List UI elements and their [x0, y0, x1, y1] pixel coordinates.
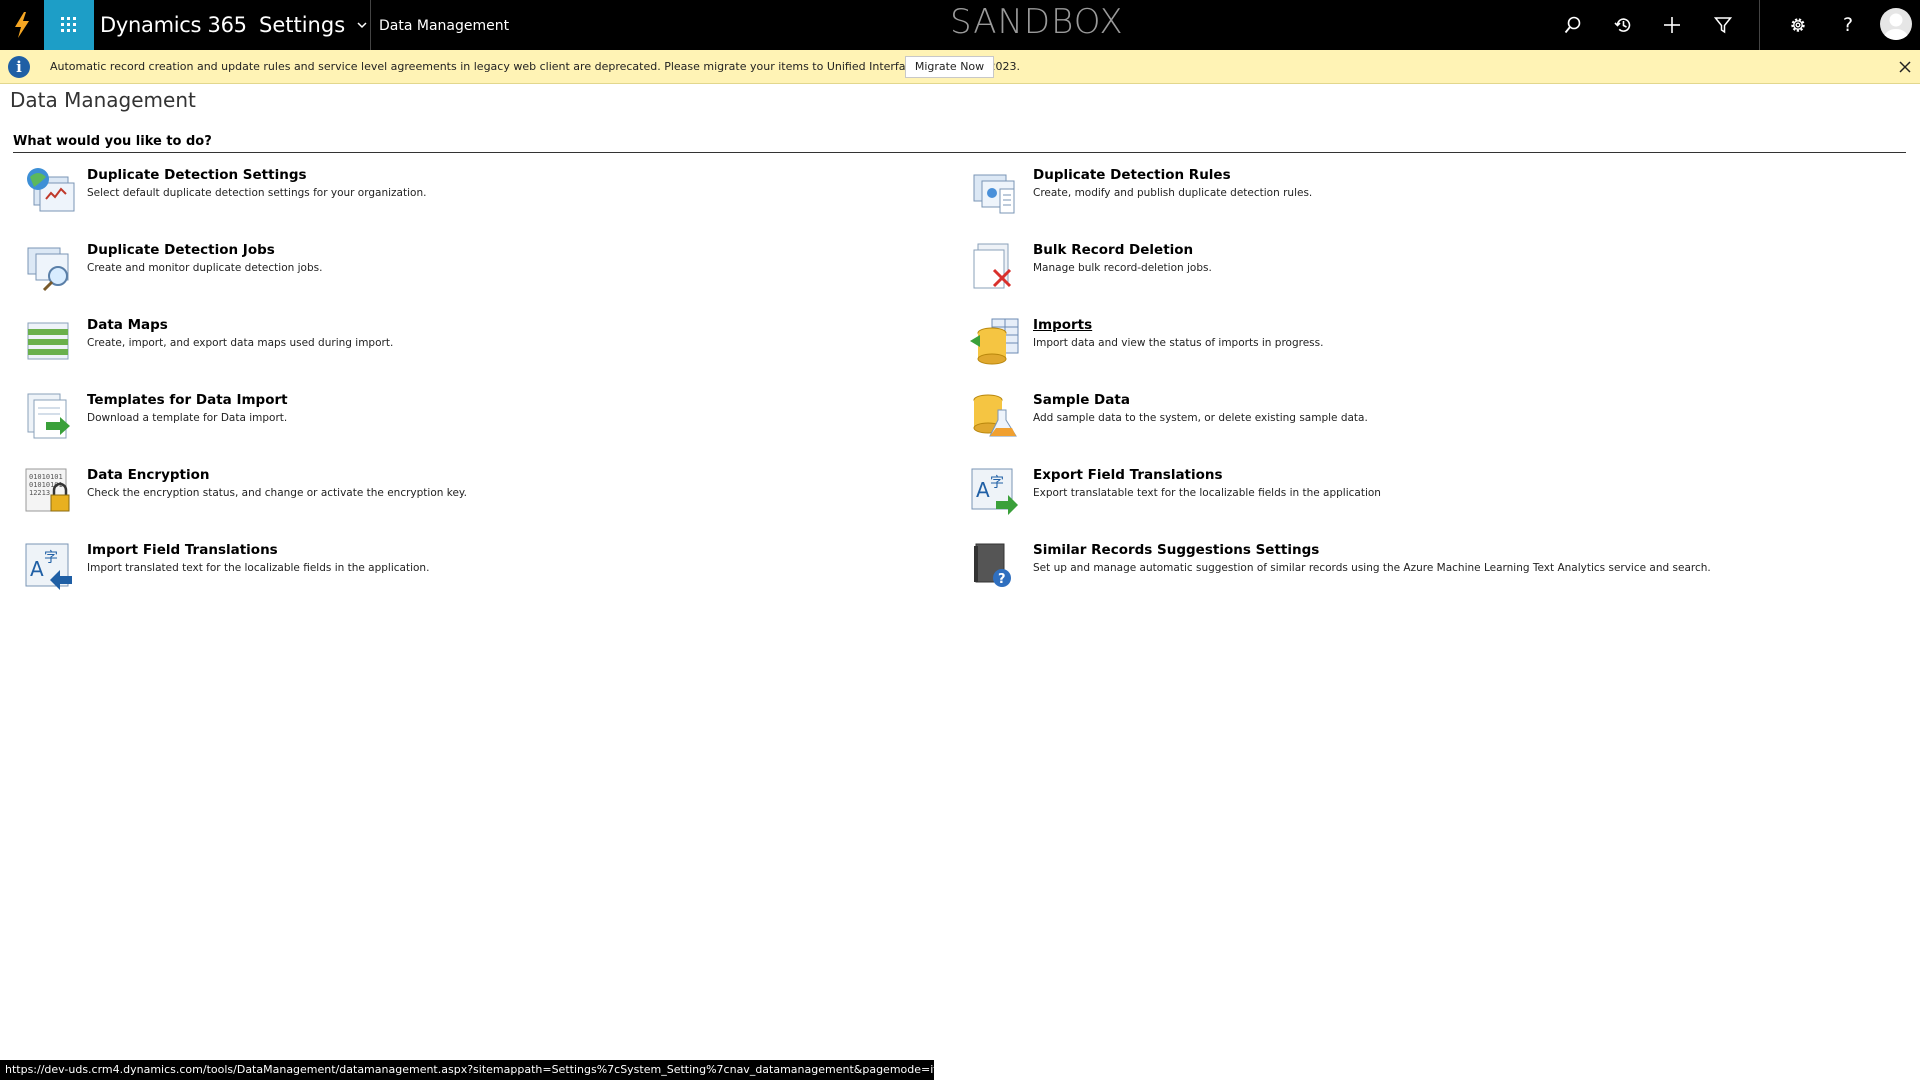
similar-records-icon: ?: [974, 543, 1011, 587]
svg-text:A: A: [30, 557, 44, 581]
help-button[interactable]: ?: [1823, 0, 1873, 50]
export-translations-icon: A 字: [971, 468, 1018, 515]
item-description: Create and monitor duplicate detection j…: [87, 262, 323, 274]
settings-area-label: Settings: [259, 13, 346, 37]
recent-items-button[interactable]: [1598, 0, 1648, 50]
data-encryption-link[interactable]: 01010101 01010101 12213 Data Encryption …: [24, 465, 924, 525]
item-title: Similar Records Suggestions Settings: [1033, 542, 1320, 558]
search-icon: [1564, 16, 1581, 34]
top-navigation-bar: Dynamics 365 Settings Data Management SA…: [0, 0, 1920, 50]
item-description: Import data and view the status of impor…: [1033, 337, 1324, 349]
svg-text:A: A: [976, 478, 990, 502]
breadcrumb-data-management[interactable]: Data Management: [379, 0, 509, 50]
user-avatar[interactable]: [1880, 8, 1912, 40]
item-description: Add sample data to the system, or delete…: [1033, 412, 1368, 424]
item-title: Duplicate Detection Jobs: [87, 242, 275, 258]
item-title: Bulk Record Deletion: [1033, 242, 1194, 258]
close-icon: [1899, 61, 1911, 73]
settings-button[interactable]: [1773, 0, 1823, 50]
item-description: Set up and manage automatic suggestion o…: [1033, 562, 1711, 574]
item-title: Duplicate Detection Settings: [87, 167, 307, 183]
app-launcher-button[interactable]: [44, 0, 94, 50]
bulk-delete-icon: [973, 243, 1012, 289]
app-name[interactable]: Dynamics 365: [100, 0, 247, 50]
item-title: Import Field Translations: [87, 542, 278, 558]
plus-icon: [1664, 17, 1680, 33]
item-title: Imports: [1033, 317, 1093, 333]
svg-text:12213: 12213: [29, 489, 50, 497]
history-icon: [1614, 18, 1631, 32]
data-maps-link[interactable]: Data Maps Create, import, and export dat…: [24, 315, 924, 375]
duplicate-detection-jobs-link[interactable]: Duplicate Detection Jobs Create and moni…: [24, 240, 924, 300]
imports-icon: [970, 318, 1019, 365]
migrate-now-button[interactable]: Migrate Now: [905, 56, 994, 78]
sample-data-icon: [973, 394, 1017, 437]
link-status-bar: https://dev-uds.crm4.dynamics.com/tools/…: [0, 1060, 934, 1080]
svg-text:?: ?: [998, 572, 1006, 587]
gear-icon: [1791, 18, 1805, 32]
section-header: What would you like to do?: [13, 134, 212, 149]
data-encryption-icon: 01010101 01010101 12213: [25, 468, 70, 512]
nav-divider: [370, 0, 371, 50]
item-description: Manage bulk record-deletion jobs.: [1033, 262, 1212, 274]
item-description: Check the encryption status, and change …: [87, 487, 467, 499]
duplicate-jobs-icon: [27, 247, 69, 292]
svg-text:字: 字: [44, 550, 58, 566]
page-title: Data Management: [10, 88, 196, 112]
nav-divider: [1759, 0, 1760, 50]
similar-records-suggestions-settings-link[interactable]: ? Similar Records Suggestions Settings S…: [970, 540, 1870, 600]
imports-link[interactable]: Imports Import data and view the status …: [970, 315, 1870, 375]
import-field-translations-link[interactable]: A 字 Import Field Translations Import tra…: [24, 540, 924, 600]
item-description: Export translatable text for the localiz…: [1033, 487, 1381, 499]
dynamics-logo-icon[interactable]: [0, 0, 44, 50]
bulk-record-deletion-link[interactable]: Bulk Record Deletion Manage bulk record-…: [970, 240, 1870, 300]
item-description: Create, import, and export data maps use…: [87, 337, 394, 349]
item-title: Duplicate Detection Rules: [1033, 167, 1231, 183]
duplicate-settings-icon: [27, 168, 75, 212]
duplicate-detection-settings-link[interactable]: Duplicate Detection Settings Select defa…: [24, 165, 924, 225]
deprecation-notification-bar: i Automatic record creation and update r…: [0, 50, 1920, 84]
templates-icon: [27, 393, 70, 439]
info-icon: i: [8, 56, 30, 78]
import-translations-icon: A 字: [25, 543, 72, 590]
item-title: Sample Data: [1033, 392, 1130, 408]
svg-text:01010101: 01010101: [29, 473, 63, 481]
close-notification-button[interactable]: [1896, 58, 1914, 76]
user-icon: [1884, 13, 1908, 40]
export-field-translations-link[interactable]: A 字 Export Field Translations Export tra…: [970, 465, 1870, 525]
help-icon: ?: [1842, 14, 1854, 36]
chevron-down-icon: [357, 22, 367, 29]
item-title: Export Field Translations: [1033, 467, 1223, 483]
templates-for-data-import-link[interactable]: Templates for Data Import Download a tem…: [24, 390, 924, 450]
svg-text:字: 字: [990, 475, 1004, 491]
search-button[interactable]: [1548, 0, 1598, 50]
section-divider: [13, 152, 1906, 153]
item-description: Import translated text for the localizab…: [87, 562, 430, 574]
item-title: Data Maps: [87, 317, 168, 333]
filter-icon: [1714, 17, 1732, 34]
item-description: Create, modify and publish duplicate det…: [1033, 187, 1313, 199]
settings-area-menu[interactable]: Settings: [259, 0, 367, 50]
duplicate-rules-icon: [973, 174, 1015, 214]
waffle-icon: [61, 17, 76, 32]
notification-message: Automatic record creation and update rul…: [50, 60, 1020, 73]
advanced-find-button[interactable]: [1698, 0, 1748, 50]
sample-data-link[interactable]: Sample Data Add sample data to the syste…: [970, 390, 1870, 450]
item-title: Data Encryption: [87, 467, 210, 483]
data-maps-icon: [27, 322, 69, 360]
item-description: Download a template for Data import.: [87, 412, 288, 424]
environment-label: SANDBOX: [950, 2, 1124, 42]
duplicate-detection-rules-link[interactable]: Duplicate Detection Rules Create, modify…: [970, 165, 1870, 225]
create-new-button[interactable]: [1647, 0, 1697, 50]
item-description: Select default duplicate detection setti…: [87, 187, 427, 199]
item-title: Templates for Data Import: [87, 392, 288, 408]
